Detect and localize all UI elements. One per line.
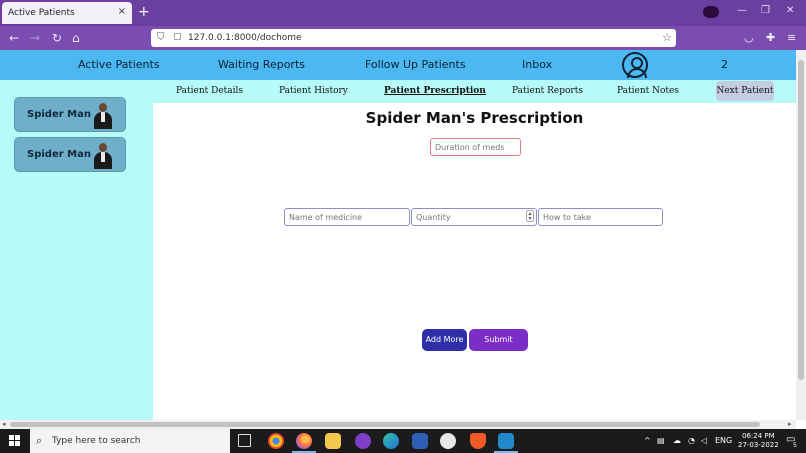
prescription-panel: Spider Man's Prescription ▴▾ Add More Su… [153,103,796,420]
nav-active-patients[interactable]: Active Patients [78,58,160,71]
tab-patient-reports[interactable]: Patient Reports [512,86,583,96]
tray-cloud-icon[interactable]: ☁ [673,436,681,445]
nav-waiting-reports[interactable]: Waiting Reports [218,58,305,71]
home-button[interactable]: ⌂ [72,31,80,45]
github-icon[interactable] [440,433,456,449]
scroll-left-icon[interactable]: ◂ [2,420,6,428]
nav-inbox[interactable]: Inbox [522,58,552,71]
page-title: Spider Man's Prescription [365,109,584,127]
tab-patient-history[interactable]: Patient History [279,86,348,96]
tray-chevron-icon[interactable]: ^ [644,436,651,445]
browser-tab[interactable]: Active Patients × [2,2,132,24]
file-explorer-icon[interactable] [325,433,341,449]
how-to-take-input[interactable] [538,208,663,226]
chrome-icon[interactable] [268,433,284,449]
shield-icon[interactable]: ⛉ [157,32,165,43]
tab-patient-notes[interactable]: Patient Notes [617,86,679,96]
tab-title: Active Patients [8,8,75,18]
next-patient-button[interactable]: Next Patient [716,81,774,101]
quantity-stepper[interactable]: ▴ ▾ [526,210,534,222]
patient-photo [91,141,115,169]
duration-input[interactable] [430,138,521,156]
quantity-input[interactable] [411,208,537,226]
taskbar-search[interactable]: ⌕ Type here to search [30,429,230,453]
patient-card[interactable]: Spider Man [14,97,126,132]
scroll-right-icon[interactable]: ▸ [788,420,792,428]
horizontal-scroll-thumb[interactable] [10,422,760,427]
clock-time: 06:24 PM [742,432,775,440]
browser-tab-bar: Active Patients × + — ❐ ✕ [0,0,806,26]
reload-button[interactable]: ↻ [52,31,62,45]
tray-wifi-icon[interactable]: ◔ [688,436,695,445]
patient-name: Spider Man [27,109,91,120]
app-header: Active Patients Waiting Reports Follow U… [0,50,796,80]
browser-nav-bar: ← → ↻ ⌂ ⛉ ▢ 127.0.0.1:8000/dochome ☆ ◡ ✚… [0,26,806,50]
tab-patient-details[interactable]: Patient Details [176,86,243,96]
patient-card[interactable]: Spider Man [14,137,126,172]
tray-language[interactable]: ENG [715,436,732,445]
minimize-button[interactable]: — [737,5,747,16]
windows-start-icon[interactable] [9,435,21,447]
private-mask-icon [703,6,719,18]
vertical-scrollbar[interactable] [796,50,806,420]
menu-icon[interactable]: ≡ [787,31,796,44]
tab-patient-prescription[interactable]: Patient Prescription [384,86,486,96]
user-avatar-icon[interactable] [622,52,648,78]
extensions-icon[interactable]: ✚ [766,31,775,44]
app-icon[interactable] [412,433,428,449]
firefox-icon[interactable] [296,433,312,449]
restore-button[interactable]: ❐ [761,5,770,16]
patient-name: Spider Man [27,149,91,160]
nav-follow-up-patients[interactable]: Follow Up Patients [365,58,466,71]
vertical-scroll-thumb[interactable] [798,60,804,380]
url-text[interactable]: 127.0.0.1:8000/dochome [188,33,302,43]
add-more-button[interactable]: Add More [422,329,467,351]
forward-button[interactable]: → [30,31,40,45]
windows-taskbar: ⌕ Type here to search ^ ▤ ☁ ◔ ◁ ENG 06:2… [0,429,806,453]
tab-close-icon[interactable]: × [118,6,126,17]
search-icon: ⌕ [36,434,43,447]
quantity-field: ▴▾ [411,208,537,226]
bookmark-star-icon[interactable]: ☆ [662,31,672,44]
notification-count: 5 [793,442,797,449]
patient-photo [91,101,115,129]
brave-icon[interactable] [470,433,486,449]
clock-date: 27-03-2022 [738,441,779,449]
edge-icon[interactable] [383,433,399,449]
submit-button[interactable]: Submit [469,329,528,351]
new-tab-button[interactable]: + [138,4,150,20]
horizontal-scrollbar[interactable]: ◂ ▸ [0,420,796,429]
url-bar[interactable]: ⛉ ▢ 127.0.0.1:8000/dochome ☆ [151,29,676,47]
vscode-icon[interactable] [498,433,514,449]
medicine-name-input[interactable] [284,208,410,226]
task-view-icon[interactable] [238,434,251,447]
patient-subtabs: Patient Details Patient History Patient … [153,80,796,103]
tray-volume-icon[interactable]: ◁ [701,436,707,445]
back-button[interactable]: ← [9,31,19,45]
taskbar-search-placeholder[interactable]: Type here to search [52,436,140,446]
close-window-button[interactable]: ✕ [786,5,794,16]
tor-icon[interactable] [355,433,371,449]
pocket-icon[interactable]: ◡ [744,31,754,44]
page-info-icon[interactable]: ▢ [173,32,182,42]
patient-sidebar: Spider Man Spider Man [0,80,153,420]
taskbar-clock[interactable]: 06:24 PM 27-03-2022 [738,432,779,450]
tray-network-icon[interactable]: ▤ [657,436,665,445]
patient-count: 2 [721,58,728,71]
